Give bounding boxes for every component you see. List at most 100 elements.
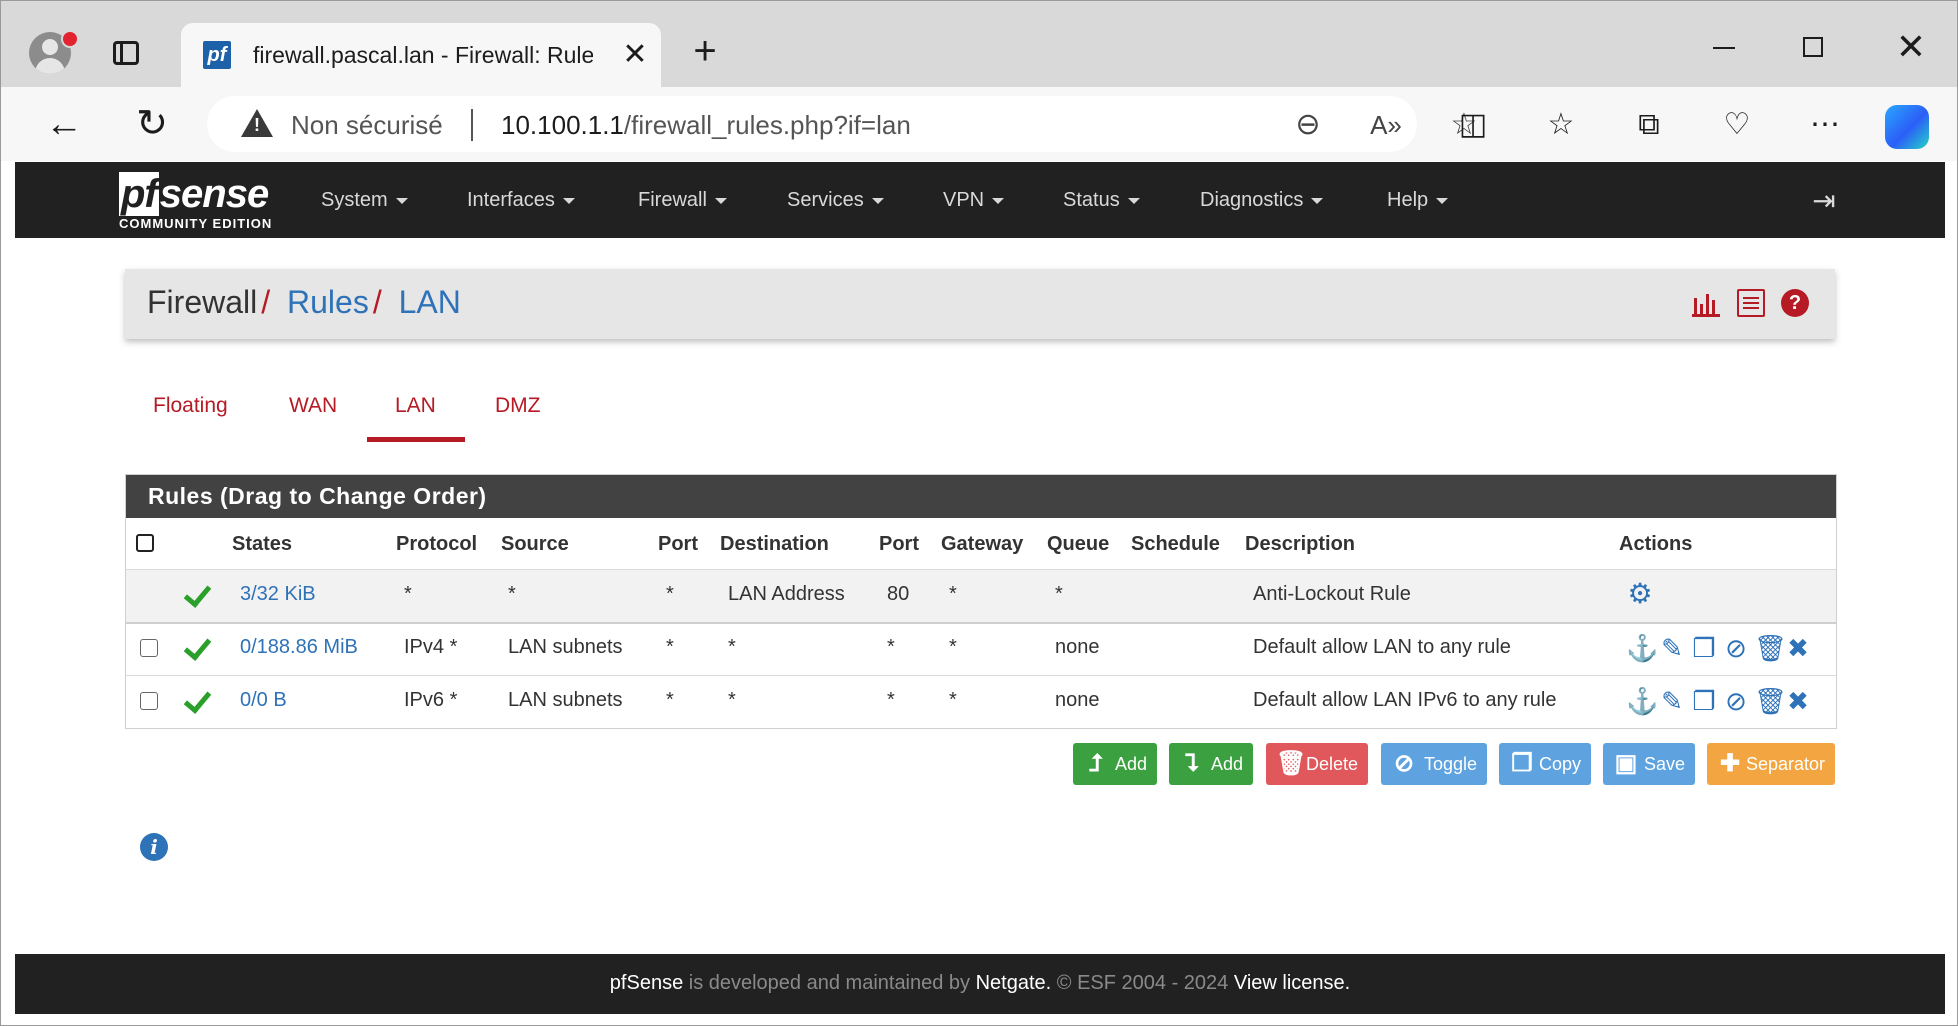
logo-pf: pf [119,172,159,216]
menu-system[interactable]: System [321,189,408,212]
url-text[interactable]: 10.100.1.1/firewall_rules.php?if=lan [501,110,911,141]
menu-vpn[interactable]: VPN [943,189,1005,212]
rule-select-checkbox[interactable] [140,692,158,710]
col-destination[interactable]: Destination [720,533,829,556]
breadcrumb-root: Firewall [147,284,258,320]
breadcrumb: Firewall / Rules / LAN [147,284,461,321]
tab-actions-icon[interactable] [113,41,139,65]
gear-icon[interactable]: ⚙ [1626,580,1654,608]
trash-icon[interactable]: 🗑 [1754,686,1787,716]
col-source-port[interactable]: Port [658,533,698,556]
tab-close-icon[interactable]: ✕ [617,37,653,73]
new-tab-icon[interactable]: + [685,31,725,71]
col-protocol[interactable]: Protocol [396,533,477,556]
window-maximize-icon[interactable] [1803,37,1823,57]
pass-check-icon[interactable] [184,686,212,714]
menu-diagnostics[interactable]: Diagnostics [1200,189,1324,212]
col-states[interactable]: States [232,533,292,556]
security-label[interactable]: Non sécurisé [291,110,443,141]
col-schedule[interactable]: Schedule [1131,533,1220,556]
tab-wan[interactable]: WAN [289,394,337,418]
status-chart-icon[interactable] [1692,289,1721,317]
edit-pencil-icon[interactable]: ✎ [1658,633,1686,663]
menu-help[interactable]: Help [1387,189,1449,212]
tab-lan[interactable]: LAN [395,394,436,418]
logo-sense: sense [159,172,269,216]
rule-source-port: * [666,583,674,605]
rule-protocol: IPv6 * [404,689,458,711]
copy-icon[interactable]: ❐ [1690,633,1718,663]
add-top-button[interactable]: ⮥ Add [1073,743,1157,785]
help-icon[interactable]: ? [1781,289,1809,317]
zoom-out-icon[interactable]: ⊖ [1291,108,1325,142]
delete-x-icon[interactable]: ✖ [1784,686,1812,716]
more-options-icon[interactable]: ⋯ [1805,105,1845,145]
rule-select-checkbox[interactable] [140,639,158,657]
rule-states[interactable]: 0/0 B [240,689,287,712]
delete-button[interactable]: 🗑 Delete [1266,743,1368,785]
anchor-icon[interactable]: ⚓ [1626,633,1658,663]
copy-button[interactable]: ❐ Copy [1499,743,1591,785]
browser-toolbar: ← ↻ Non sécurisé 10.100.1.1/firewall_rul… [1,87,1957,161]
window-minimize-icon[interactable] [1707,31,1743,61]
footer-text-1: is developed and maintained by [683,972,976,994]
pass-check-icon[interactable] [184,633,212,661]
rule-dest-port: * [887,636,895,658]
col-dest-port[interactable]: Port [879,533,919,556]
pfsense-logo[interactable]: pfsense COMMUNITY EDITION [119,172,289,231]
rule-states[interactable]: 0/188.86 MiB [240,636,358,659]
trash-icon[interactable]: 🗑 [1754,633,1787,663]
menu-firewall[interactable]: Firewall [638,189,727,212]
table-row[interactable]: 0/188.86 MiB IPv4 * LAN subnets * * * * … [126,623,1836,676]
tab-floating[interactable]: Floating [153,394,228,418]
delete-x-icon[interactable]: ✖ [1784,633,1812,663]
warning-icon[interactable] [241,109,273,137]
rule-destination: LAN Address [728,583,845,605]
rule-states[interactable]: 3/32 KiB [240,583,316,606]
table-row[interactable]: 0/0 B IPv6 * LAN subnets * * * * none De… [126,676,1836,728]
disable-icon[interactable]: ⊘ [1722,686,1750,716]
add-bottom-button[interactable]: ⮧ Add [1169,743,1253,785]
breadcrumb-rules[interactable]: Rules [287,284,369,320]
menu-status[interactable]: Status [1063,189,1140,212]
copy-icon[interactable]: ❐ [1690,686,1718,716]
footer-company[interactable]: Netgate. [976,972,1052,994]
separator-button[interactable]: ✚ Separator [1707,743,1835,785]
disable-icon[interactable]: ⊘ [1722,633,1750,663]
favorites-icon[interactable]: ☆ [1541,105,1581,145]
menu-services[interactable]: Services [787,189,884,212]
rule-destination: * [728,636,736,658]
anchor-icon[interactable]: ⚓ [1626,686,1658,716]
col-source[interactable]: Source [501,533,569,556]
browser-tab-active[interactable]: pf firewall.pascal.lan - Firewall: Rules… [181,23,661,87]
address-bar[interactable]: Non sécurisé 10.100.1.1/firewall_rules.p… [207,96,1477,152]
rule-description: Default allow LAN to any rule [1253,636,1511,658]
col-queue[interactable]: Queue [1047,533,1109,556]
window-close-icon[interactable]: ✕ [1891,27,1931,67]
copilot-icon[interactable] [1885,105,1929,149]
edit-pencil-icon[interactable]: ✎ [1658,686,1686,716]
rules-panel-header: Rules (Drag to Change Order) [126,475,1836,518]
tab-dmz[interactable]: DMZ [495,394,541,418]
reload-icon[interactable]: ↻ [129,101,175,147]
logs-list-icon[interactable] [1736,289,1765,317]
pfsense-navbar: pfsense COMMUNITY EDITION System Interfa… [15,162,1945,238]
logout-icon[interactable]: ⇥ [1809,186,1839,216]
browser-essentials-icon[interactable]: ♡ [1717,105,1757,145]
footer-brand[interactable]: pfSense [610,972,683,994]
col-description[interactable]: Description [1245,533,1355,556]
read-aloud-icon[interactable]: A» [1369,108,1403,142]
info-icon[interactable]: i [140,833,168,861]
col-gateway[interactable]: Gateway [941,533,1023,556]
footer-license-link[interactable]: View license. [1234,972,1350,994]
breadcrumb-lan[interactable]: LAN [399,284,461,320]
save-button[interactable]: ▣ Save [1603,743,1695,785]
table-row[interactable]: 3/32 KiB * * * LAN Address 80 * * Anti-L… [126,569,1836,624]
menu-interfaces[interactable]: Interfaces [467,189,575,212]
split-screen-icon[interactable]: ◫ [1453,105,1493,145]
copy-icon: ❐ [1511,750,1533,777]
select-all-checkbox[interactable] [136,534,154,552]
back-arrow-icon[interactable]: ← [41,101,87,147]
collections-icon[interactable]: ⧉ [1629,105,1669,145]
toggle-button[interactable]: ⊘ Toggle [1381,743,1487,785]
